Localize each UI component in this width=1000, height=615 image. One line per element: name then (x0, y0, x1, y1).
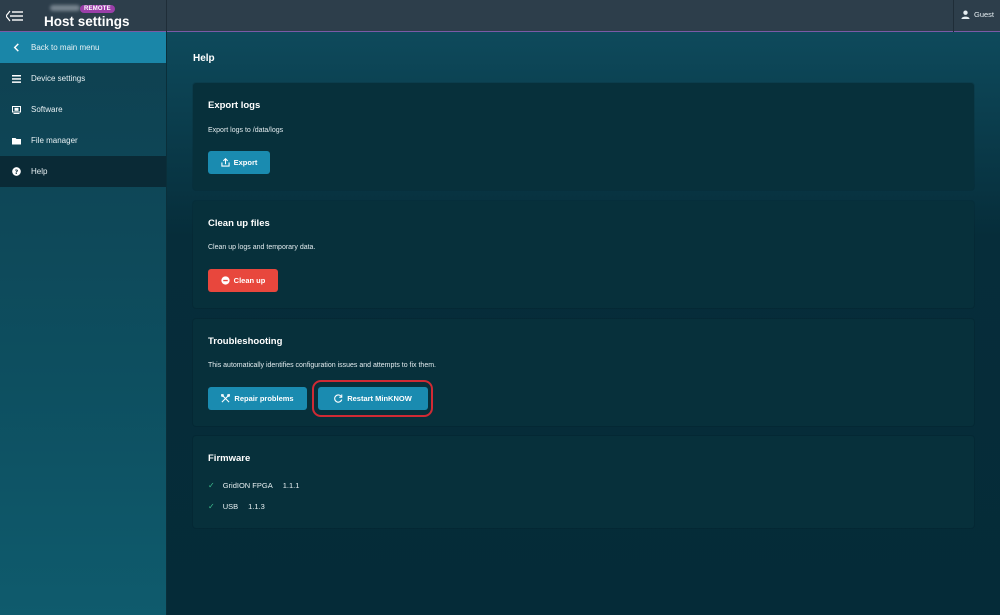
hostname-redacted (50, 5, 80, 11)
firmware-version: 1.1.1 (282, 481, 300, 490)
sidebar-item-back[interactable]: Back to main menu (0, 32, 166, 63)
chevron-left-icon (11, 43, 21, 53)
sidebar-item-label: Device settings (31, 74, 86, 83)
question-circle-icon: ? (11, 167, 21, 177)
card-title: Clean up files (208, 218, 270, 229)
firmware-card: Firmware ✓ GridION FPGA 1.1.1 ✓ USB 1.1.… (193, 436, 974, 528)
card-title: Troubleshooting (208, 336, 283, 347)
button-label: Restart MinKNOW (347, 394, 412, 403)
minus-circle-icon (221, 276, 230, 285)
menu-toggle-button[interactable] (0, 0, 30, 32)
monitor-icon (11, 105, 21, 115)
button-label: Repair problems (234, 394, 294, 403)
header-divider-right (953, 0, 954, 32)
export-icon (220, 158, 230, 167)
card-description: This automatically identifies configurat… (208, 362, 436, 369)
check-icon: ✓ (208, 481, 215, 490)
sidebar-item-device-settings[interactable]: Device settings (0, 63, 166, 94)
card-title: Firmware (208, 453, 251, 464)
firmware-item: ✓ USB 1.1.3 (208, 502, 265, 511)
sidebar-item-file-manager[interactable]: File manager (0, 125, 166, 156)
sidebar-item-software[interactable]: Software (0, 94, 166, 125)
check-icon: ✓ (208, 502, 215, 511)
button-label: Clean up (233, 276, 266, 285)
firmware-name: USB (222, 502, 239, 511)
firmware-item: ✓ GridION FPGA 1.1.1 (208, 481, 299, 490)
card-description: Clean up logs and temporary data. (208, 244, 316, 251)
card-title: Export logs (208, 100, 261, 111)
card-description: Export logs to /data/logs (208, 127, 284, 134)
refresh-icon (334, 394, 343, 403)
user-name: Guest (974, 10, 995, 19)
cleanup-button[interactable]: Clean up (208, 269, 278, 292)
user-menu[interactable]: Guest (961, 10, 994, 19)
folder-icon (11, 136, 21, 146)
sidebar-item-help[interactable]: ? Help (0, 156, 166, 187)
cleanup-files-card: Clean up files Clean up logs and tempora… (193, 201, 974, 308)
export-button[interactable]: Export (208, 151, 270, 174)
sidebar-item-label: Back to main menu (31, 43, 100, 52)
user-icon (961, 10, 970, 19)
sidebar-item-label: Software (31, 105, 63, 114)
export-logs-card: Export logs Export logs to /data/logs Ex… (193, 83, 974, 190)
sidebar: Back to main menu Device settings Softwa… (0, 32, 167, 615)
main-content: Help Export logs Export logs to /data/lo… (167, 32, 1000, 615)
firmware-name: GridION FPGA (222, 481, 273, 490)
menu-back-icon (6, 10, 23, 21)
sidebar-item-label: File manager (31, 136, 78, 145)
restart-minknow-button[interactable]: Restart MinKNOW (318, 387, 428, 410)
sidebar-item-label: Help (31, 167, 48, 176)
app-header: REMOTE Host settings Guest (0, 0, 1000, 32)
page-heading: Help (193, 53, 215, 64)
title-block: REMOTE Host settings (38, 2, 168, 30)
remote-badge: REMOTE (80, 5, 115, 13)
repair-problems-button[interactable]: Repair problems (208, 387, 307, 410)
tools-icon (221, 394, 231, 403)
app-title: Host settings (44, 14, 130, 29)
svg-text:?: ? (14, 169, 18, 176)
button-label: Export (233, 158, 258, 167)
list-icon (11, 74, 21, 84)
firmware-version: 1.1.3 (248, 502, 265, 511)
header-divider (166, 0, 167, 32)
troubleshooting-card: Troubleshooting This automatically ident… (193, 319, 974, 426)
